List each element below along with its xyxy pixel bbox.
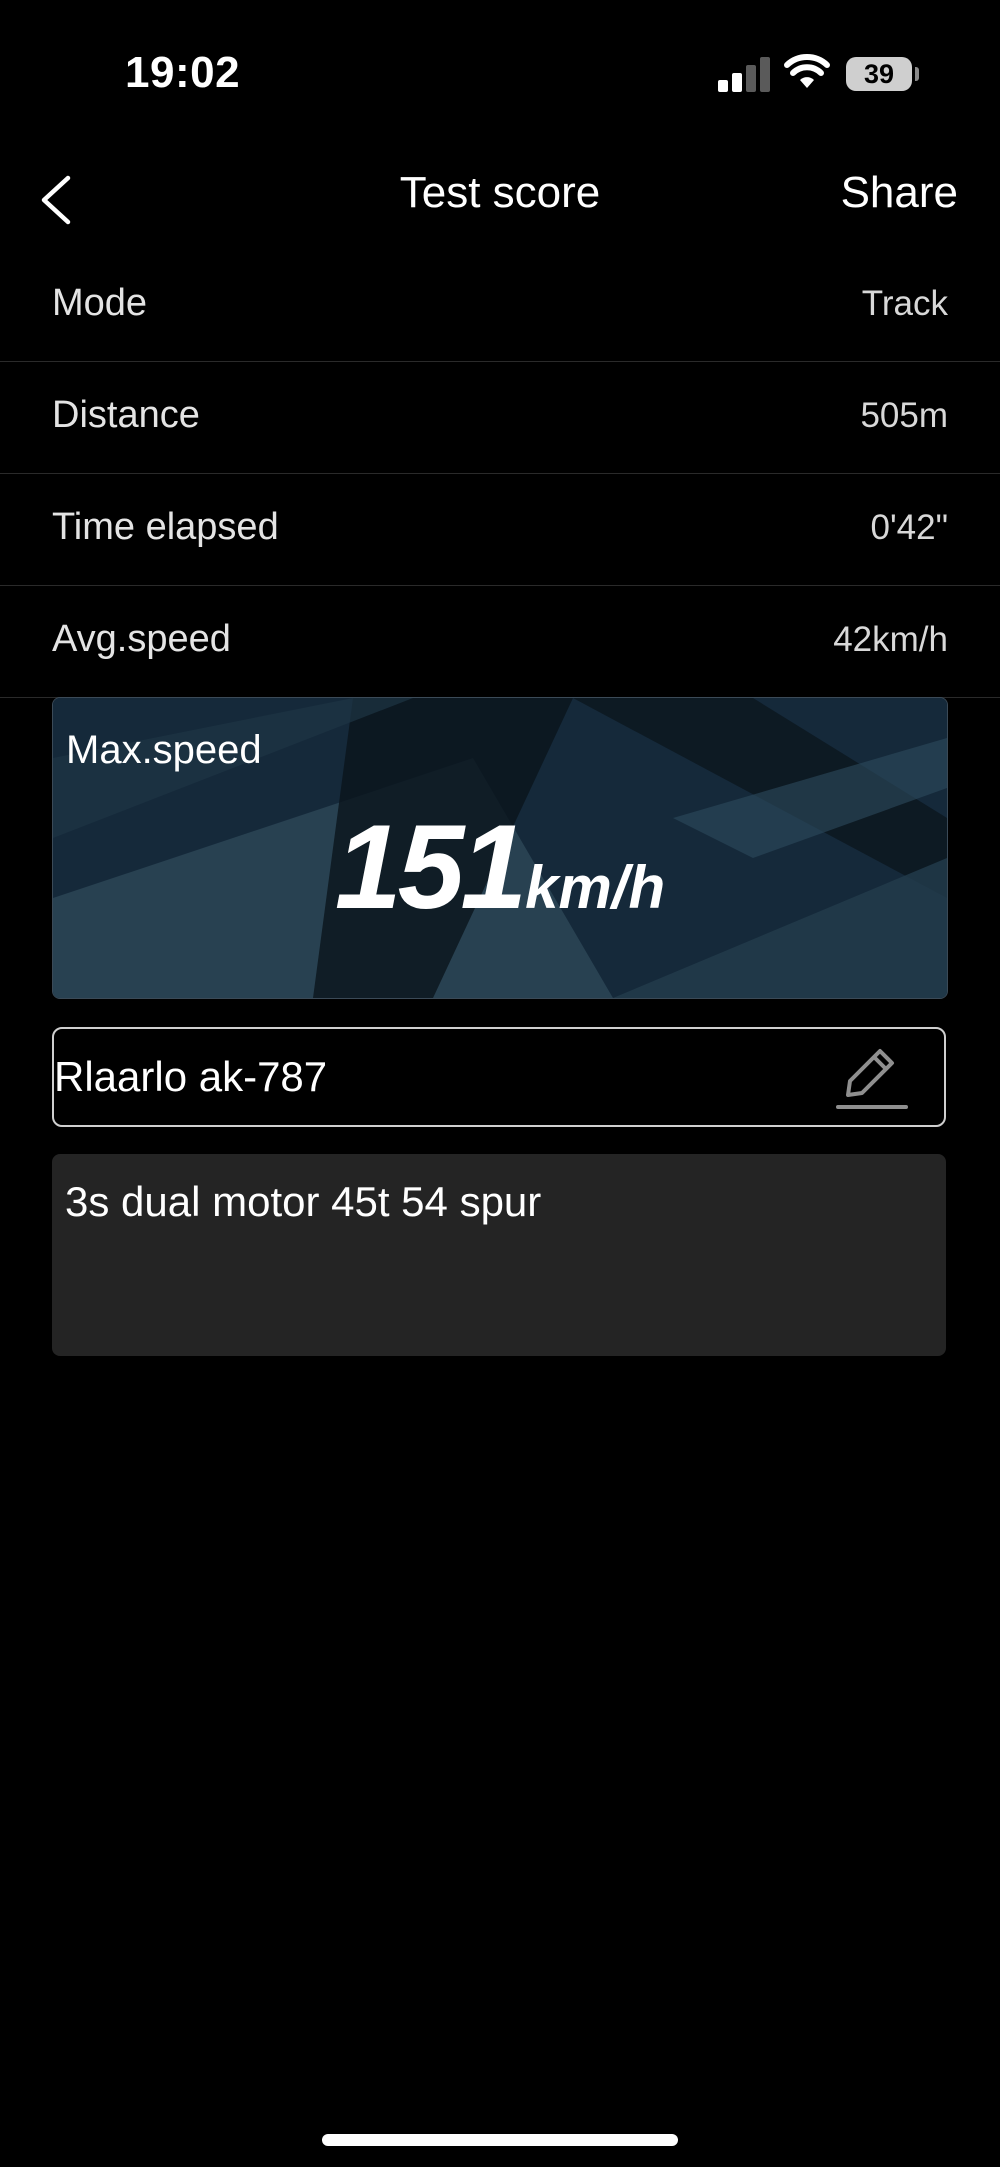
row-avg-speed: Avg.speed 42km/h: [0, 586, 1000, 698]
row-value: 42km/h: [833, 620, 948, 659]
max-speed-card: Max.speed 151km/h: [52, 697, 948, 999]
row-value: 505m: [860, 396, 948, 435]
status-time: 19:02: [125, 48, 241, 97]
row-value: Track: [861, 284, 948, 323]
max-speed-unit: km/h: [525, 854, 666, 921]
signal-icon: [718, 56, 770, 92]
score-details: Mode Track Distance 505m Time elapsed 0'…: [0, 250, 1000, 698]
notes-value[interactable]: 3s dual motor 45t 54 spur: [65, 1178, 541, 1226]
wifi-icon: [784, 54, 830, 88]
row-distance: Distance 505m: [0, 362, 1000, 474]
share-button[interactable]: Share: [841, 168, 958, 218]
car-name-value[interactable]: Rlaarlo ak-787: [54, 1053, 327, 1101]
edit-pencil-icon[interactable]: [834, 1041, 910, 1115]
battery-tip: [915, 67, 919, 81]
row-mode: Mode Track: [0, 250, 1000, 362]
row-time-elapsed: Time elapsed 0'42": [0, 474, 1000, 586]
status-bar: 19:02 39: [0, 0, 1000, 150]
max-speed-label: Max.speed: [66, 728, 262, 772]
row-label: Avg.speed: [52, 618, 231, 660]
row-label: Distance: [52, 394, 200, 436]
row-label: Time elapsed: [52, 506, 279, 548]
max-speed-value: 151: [334, 800, 527, 934]
car-name-field[interactable]: Rlaarlo ak-787: [52, 1027, 946, 1127]
row-value: 0'42": [870, 508, 948, 547]
notes-textarea[interactable]: 3s dual motor 45t 54 spur: [52, 1154, 946, 1356]
row-label: Mode: [52, 282, 148, 324]
home-indicator[interactable]: [322, 2134, 678, 2146]
max-speed-readout: 151km/h: [53, 798, 947, 936]
battery-icon: 39: [846, 57, 912, 91]
